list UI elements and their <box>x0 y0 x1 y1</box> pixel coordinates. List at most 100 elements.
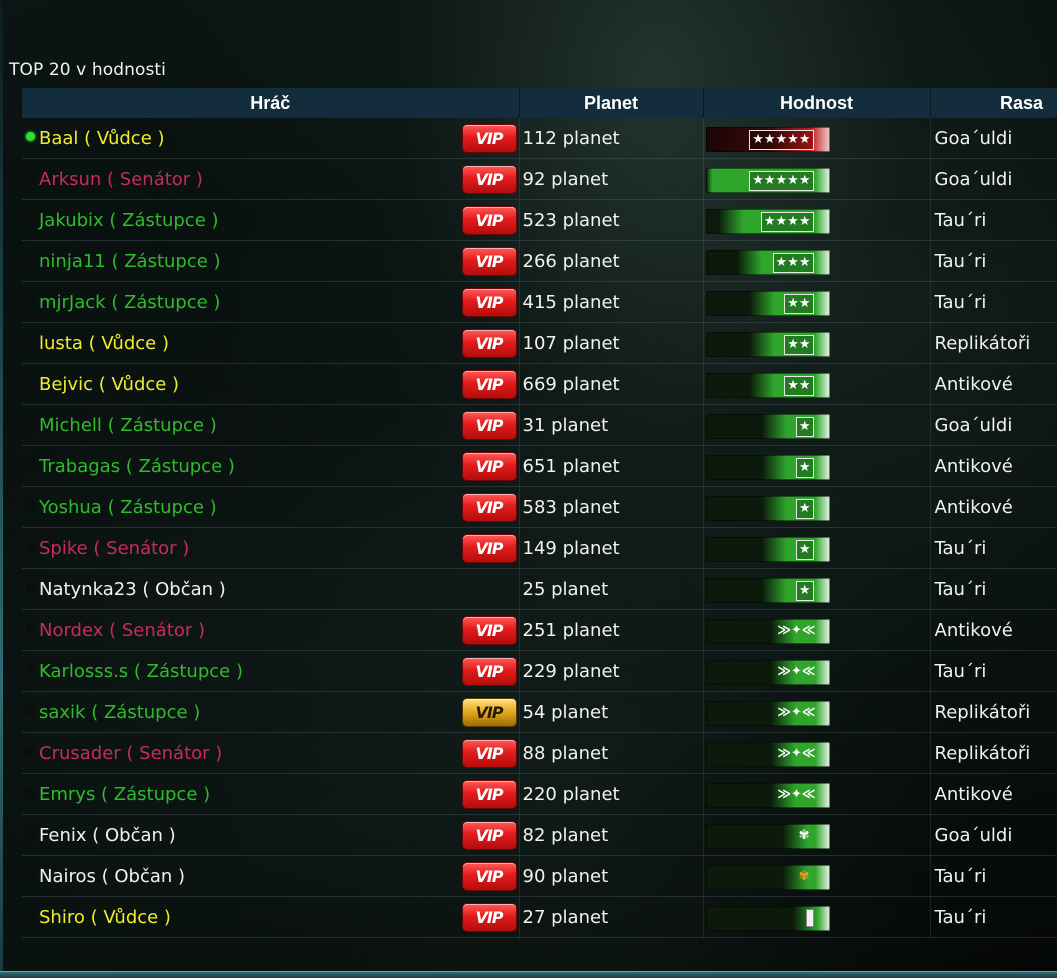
rank-cell: ≫✦≪ <box>703 691 931 733</box>
race-name: Antikové <box>930 773 1057 815</box>
player-cell: Trabagas ( Zástupce ) VIP <box>22 445 520 487</box>
player-name-link[interactable]: Karlosss.s ( Zástupce ) <box>39 661 243 682</box>
player-name-link[interactable]: Crusader ( Senátor ) <box>39 743 222 764</box>
table-row: Karlosss.s ( Zástupce ) VIP 229 planet ≫✦≪ T… <box>22 650 1057 692</box>
player-name-link[interactable]: ninja11 ( Zástupce ) <box>39 251 221 272</box>
race-name: Tau´ri <box>930 855 1057 897</box>
player-name-link[interactable]: lusta ( Vůdce ) <box>39 333 169 354</box>
table-row: Baal ( Vůdce ) VIP 112 planet ★★★★★ Goa´uldi <box>22 118 1057 159</box>
rank-progress-bar: ≫✦≪ <box>705 742 830 767</box>
race-name: Tau´ri <box>930 199 1057 241</box>
race-name: Tau´ri <box>930 240 1057 282</box>
rank-progress-bar: ≫✦≪ <box>705 783 830 808</box>
rank-progress-bar: ★ <box>705 455 830 480</box>
silver-leaf-insignia-icon: ✾ <box>798 828 810 843</box>
player-name-link[interactable]: Yoshua ( Zástupce ) <box>39 497 217 518</box>
player-cell: Baal ( Vůdce ) VIP <box>22 118 520 159</box>
three-star-insignia-icon: ★★★ <box>772 253 814 273</box>
vip-badge-icon: VIP <box>462 371 516 398</box>
planet-count: 149 planet <box>519 527 704 569</box>
player-name-link[interactable]: mjrJack ( Zástupce ) <box>39 292 220 313</box>
player-cell: saxik ( Zástupce ) VIP <box>22 691 520 733</box>
column-header-player[interactable]: Hráč <box>22 88 520 118</box>
column-header-rank[interactable]: Hodnost <box>703 88 931 118</box>
race-name: Goa´uldi <box>930 404 1057 446</box>
table-row: Nairos ( Občan ) VIP 90 planet ✾ Tau´ri <box>22 855 1057 897</box>
player-cell: Natynka23 ( Občan ) <box>22 568 520 610</box>
player-cell: Bejvic ( Vůdce ) VIP <box>22 363 520 405</box>
player-name-link[interactable]: Nordex ( Senátor ) <box>39 620 205 641</box>
rank-progress-bar: ★★★★ <box>705 209 830 234</box>
planet-count: 523 planet <box>519 199 704 241</box>
player-name-link[interactable]: Trabagas ( Zástupce ) <box>39 456 235 477</box>
rank-pip-icon <box>805 909 814 927</box>
table-row: lusta ( Vůdce ) VIP 107 planet ★★ Replikátoř… <box>22 322 1057 364</box>
winged-insignia-icon: ≫✦≪ <box>777 705 816 720</box>
rank-cell: ★ <box>703 568 931 610</box>
online-status-icon <box>26 132 35 141</box>
winged-insignia-icon: ≫✦≪ <box>777 746 816 761</box>
vip-badge-icon: VIP <box>462 125 516 152</box>
player-name-link[interactable]: Bejvic ( Vůdce ) <box>39 374 179 395</box>
game-background: TOP 20 v hodnosti Hráč Planet Hodnost Ra… <box>0 0 1057 978</box>
player-cell: Spike ( Senátor ) VIP <box>22 527 520 569</box>
vip-badge-icon: VIP <box>462 330 516 357</box>
offline-status-icon <box>26 870 35 879</box>
player-cell: Arksun ( Senátor ) VIP <box>22 158 520 200</box>
column-header-race[interactable]: Rasa <box>930 88 1057 118</box>
rank-progress-bar: ★★ <box>705 373 830 398</box>
winged-insignia-icon: ≫✦≪ <box>777 787 816 802</box>
planet-count: 25 planet <box>519 568 704 610</box>
planet-count: 229 planet <box>519 650 704 692</box>
table-row: Jakubix ( Zástupce ) VIP 523 planet ★★★★ Tau… <box>22 199 1057 241</box>
player-name-link[interactable]: Michell ( Zástupce ) <box>39 415 217 436</box>
vip-badge-icon: VIP <box>462 781 516 808</box>
player-name-link[interactable]: Arksun ( Senátor ) <box>39 169 203 190</box>
rank-cell: ★★ <box>703 363 931 405</box>
player-name-link[interactable]: Spike ( Senátor ) <box>39 538 189 559</box>
four-star-insignia-icon: ★★★★ <box>760 212 814 232</box>
planet-count: 88 planet <box>519 732 704 774</box>
rank-progress-bar: ★★★★★ <box>705 127 830 152</box>
player-cell: Crusader ( Senátor ) VIP <box>22 732 520 774</box>
rank-progress-bar: ★★ <box>705 291 830 316</box>
rank-cell <box>703 896 931 938</box>
vip-badge-icon: VIP <box>462 617 516 644</box>
player-cell: Karlosss.s ( Zástupce ) VIP <box>22 650 520 692</box>
player-name-link[interactable]: Emrys ( Zástupce ) <box>39 784 210 805</box>
table-row: Michell ( Zástupce ) VIP 31 planet ★ Goa´uld… <box>22 404 1057 446</box>
rank-cell: ✾ <box>703 814 931 856</box>
player-name-link[interactable]: Nairos ( Občan ) <box>39 866 185 887</box>
player-name-link[interactable]: Jakubix ( Zástupce ) <box>39 210 219 231</box>
table-body: Baal ( Vůdce ) VIP 112 planet ★★★★★ Goa´uldi… <box>22 118 1057 938</box>
rank-progress-bar: ≫✦≪ <box>705 701 830 726</box>
rank-progress-bar <box>705 906 830 931</box>
vip-badge-icon: VIP <box>462 289 516 316</box>
vip-badge-icon: VIP <box>462 207 516 234</box>
offline-status-icon <box>26 747 35 756</box>
rank-progress-bar: ✾ <box>705 865 830 890</box>
column-header-planets[interactable]: Planet <box>519 88 704 118</box>
planet-count: 266 planet <box>519 240 704 282</box>
player-cell: Shiro ( Vůdce ) VIP <box>22 896 520 938</box>
planet-count: 220 planet <box>519 773 704 815</box>
player-name-link[interactable]: Shiro ( Vůdce ) <box>39 907 171 928</box>
race-name: Goa´uldi <box>930 118 1057 159</box>
race-name: Tau´ri <box>930 568 1057 610</box>
player-cell: Jakubix ( Zástupce ) VIP <box>22 199 520 241</box>
one-star-insignia-icon: ★ <box>795 417 814 437</box>
planet-count: 583 planet <box>519 486 704 528</box>
planet-count: 27 planet <box>519 896 704 938</box>
player-name-link[interactable]: saxik ( Zástupce ) <box>39 702 200 723</box>
player-name-link[interactable]: Natynka23 ( Občan ) <box>39 579 226 600</box>
player-cell: lusta ( Vůdce ) VIP <box>22 322 520 364</box>
player-name-link[interactable]: Baal ( Vůdce ) <box>39 128 165 149</box>
rank-cell: ≫✦≪ <box>703 650 931 692</box>
player-name-link[interactable]: Fenix ( Občan ) <box>39 825 176 846</box>
offline-status-icon <box>26 583 35 592</box>
rank-progress-bar: ★ <box>705 537 830 562</box>
race-name: Replikátoři <box>930 732 1057 774</box>
two-star-insignia-icon: ★★ <box>784 376 814 396</box>
gold-leaf-insignia-icon: ✾ <box>798 869 810 884</box>
offline-status-icon <box>26 214 35 223</box>
